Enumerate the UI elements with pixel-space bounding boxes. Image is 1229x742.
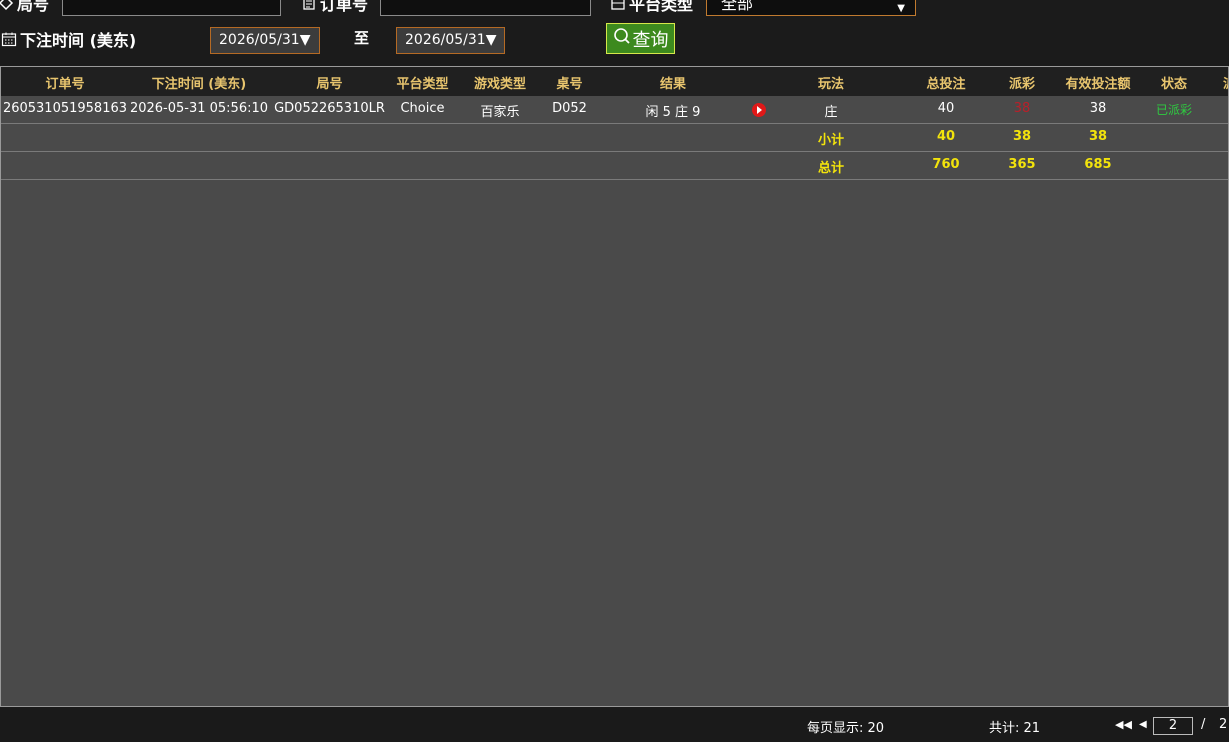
- platform-icon: [610, 0, 626, 11]
- platform-select[interactable]: 全部 ▼: [706, 0, 916, 16]
- header-round-no[interactable]: 局号: [269, 73, 390, 92]
- search-icon: [613, 27, 631, 50]
- bet-time-label: 下注时间 (美东): [1, 27, 136, 51]
- pagination-bar: 每页显示: 20 共计: 21 ◀◀ ◀ 2 / 2: [0, 707, 1229, 742]
- filter-bar: 局号 订单号 平台类型 全部 ▼ 下注时间 (美东) 2026/05/31▼ 至…: [0, 0, 1229, 66]
- round-input[interactable]: [62, 0, 281, 16]
- round-filter-label: 局号: [0, 0, 49, 15]
- order-no-cell: 260531051958163: [2, 101, 128, 116]
- total-total-bet: 760: [932, 157, 960, 172]
- caret-down-icon: ▼: [299, 32, 311, 48]
- platform-select-value: 全部: [721, 0, 754, 13]
- header-bet-time[interactable]: 下注时间 (美东): [129, 73, 269, 92]
- caret-down-icon: ▼: [485, 32, 497, 48]
- header-table-no[interactable]: 桌号: [542, 73, 597, 92]
- table-header: 订单号 下注时间 (美东) 局号 平台类型 游戏类型 桌号 结果 玩法 总投注 …: [1, 67, 1228, 96]
- valid-bet-cell: 38: [1089, 101, 1107, 116]
- date-to-picker[interactable]: 2026/05/31▼: [396, 27, 505, 54]
- total-payout: 365: [1008, 157, 1036, 172]
- header-order-no[interactable]: 订单号: [1, 73, 129, 92]
- query-button[interactable]: 查询: [606, 23, 675, 54]
- bet-time-cell: 2026-05-31 05:56:10: [129, 101, 269, 116]
- header-result[interactable]: 结果: [608, 73, 738, 92]
- payout-cell: 38: [1013, 101, 1031, 116]
- first-page-icon[interactable]: ◀◀: [1115, 718, 1132, 731]
- replay-button[interactable]: [751, 103, 767, 121]
- game-type-cell: 百家乐: [480, 105, 520, 120]
- play-cell: 庄: [824, 105, 838, 120]
- subtotal-payout: 38: [1012, 129, 1032, 144]
- header-extra[interactable]: 派: [1223, 73, 1228, 92]
- header-play[interactable]: 玩法: [786, 73, 876, 92]
- row-divider: [1, 179, 1228, 180]
- order-input[interactable]: [380, 0, 591, 16]
- platform-filter-label: 平台类型: [610, 0, 693, 15]
- table-no-cell: D052: [552, 101, 587, 116]
- subtotal-total-bet: 40: [936, 129, 956, 144]
- header-platform[interactable]: 平台类型: [390, 73, 455, 92]
- round-no-cell: GD052265310LR: [274, 101, 385, 116]
- row-divider: [1, 151, 1228, 152]
- header-game-type[interactable]: 游戏类型: [465, 73, 535, 92]
- total-pages: 2: [1219, 717, 1228, 732]
- header-total-bet[interactable]: 总投注: [906, 73, 986, 92]
- total-bet-cell: 40: [937, 101, 955, 116]
- subtotal-valid-bet: 38: [1088, 129, 1108, 144]
- chevron-down-icon: ▼: [897, 3, 905, 14]
- order-filter-label: 订单号: [301, 0, 368, 15]
- total-count-label: 共计: 21: [989, 721, 1041, 736]
- page-size-label: 每页显示: 20: [807, 721, 885, 736]
- page-separator: /: [1201, 717, 1206, 732]
- total-valid-bet: 685: [1084, 157, 1112, 172]
- total-label: 总计: [817, 161, 844, 176]
- subtotal-label: 小计: [817, 133, 844, 148]
- row-divider: [1, 123, 1228, 124]
- prev-page-icon[interactable]: ◀: [1139, 719, 1147, 730]
- platform-cell: Choice: [400, 101, 445, 116]
- page-number-input[interactable]: 2: [1153, 717, 1193, 735]
- result-cell: 闲 5 庄 9: [645, 105, 701, 120]
- document-icon: [301, 0, 317, 11]
- bet-record-table: 订单号 下注时间 (美东) 局号 平台类型 游戏类型 桌号 结果 玩法 总投注 …: [0, 66, 1229, 707]
- tag-icon: [0, 0, 14, 11]
- date-from-picker[interactable]: 2026/05/31▼: [210, 27, 320, 54]
- header-status[interactable]: 状态: [1148, 73, 1200, 92]
- status-badge: 已派彩: [1155, 103, 1192, 117]
- header-payout[interactable]: 派彩: [997, 73, 1047, 92]
- play-video-icon: [752, 103, 766, 117]
- date-range-separator: 至: [354, 29, 370, 47]
- header-valid-bet[interactable]: 有效投注额: [1057, 73, 1139, 92]
- calendar-icon: [1, 31, 17, 47]
